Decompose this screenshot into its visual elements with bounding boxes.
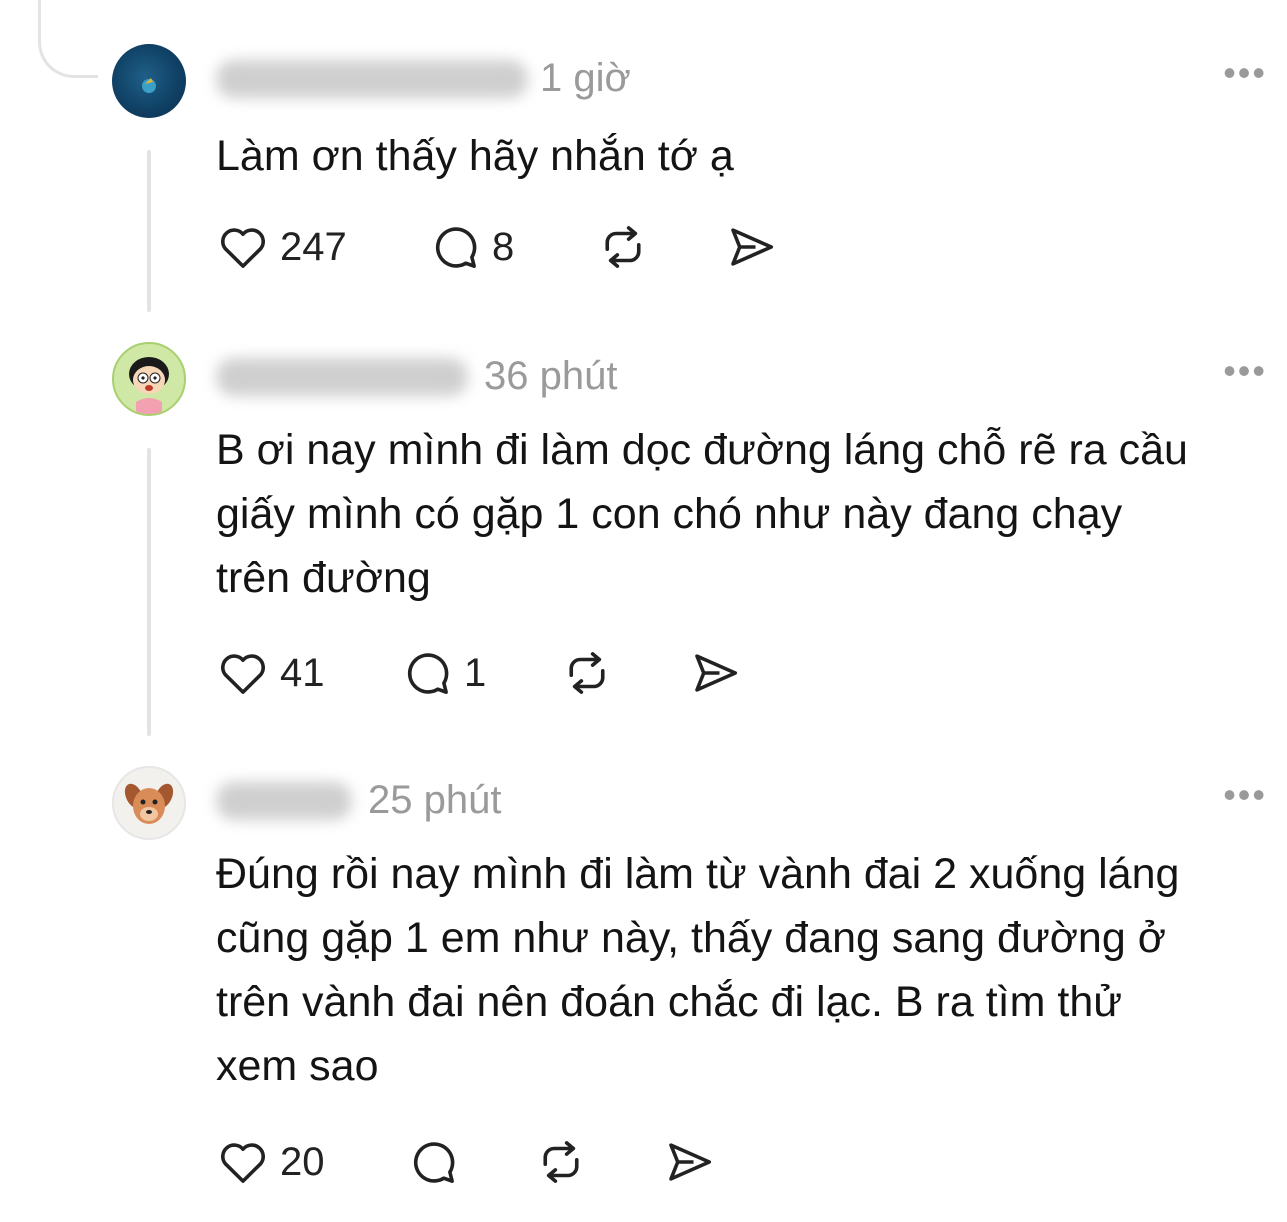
more-options-icon[interactable]: ••• — [1223, 774, 1267, 816]
action-bar: 247 8 — [216, 219, 816, 275]
action-bar: 41 1 — [216, 645, 776, 701]
repost-button[interactable] — [596, 219, 650, 275]
speech-bubble-icon — [435, 227, 477, 268]
reply-button[interactable]: 1 — [400, 645, 486, 701]
share-button[interactable] — [688, 645, 742, 701]
comment-text: B ơi nay mình đi làm dọc đường láng chỗ … — [216, 426, 1188, 602]
like-count: 247 — [280, 224, 347, 269]
heart-icon — [221, 228, 265, 268]
speech-bubble-icon — [413, 1142, 455, 1183]
more-options-icon[interactable]: ••• — [1223, 350, 1267, 392]
username[interactable] — [216, 358, 468, 396]
comment: 1 giờ ••• Làm ơn thấy hãy nhắn tớ ạ 247 … — [0, 44, 1287, 304]
like-button[interactable]: 20 — [216, 1134, 325, 1190]
reply-count: 1 — [464, 650, 487, 695]
username[interactable] — [216, 60, 528, 98]
more-options-icon[interactable]: ••• — [1223, 52, 1267, 94]
heart-icon — [221, 654, 265, 694]
comment: 36 phút ••• B ơi nay mình đi làm dọc đườ… — [0, 342, 1287, 712]
send-icon — [669, 1143, 712, 1181]
send-icon — [695, 654, 738, 692]
avatar[interactable] — [112, 44, 186, 118]
repost-button[interactable] — [560, 645, 614, 701]
avatar[interactable] — [112, 342, 186, 416]
avatar[interactable] — [112, 766, 186, 840]
speech-bubble-icon — [407, 653, 449, 694]
repost-icon — [543, 1141, 579, 1183]
comment: 25 phút ••• Đúng rồi nay mình đi làm từ … — [0, 766, 1287, 1206]
reply-count: 8 — [492, 224, 515, 269]
timestamp: 36 phút — [484, 354, 618, 398]
heart-icon — [221, 1143, 265, 1183]
comment-text: Đúng rồi nay mình đi làm từ vành đai 2 x… — [216, 850, 1180, 1090]
send-icon — [731, 228, 774, 266]
username[interactable] — [216, 782, 352, 820]
like-count: 20 — [280, 1139, 325, 1184]
timestamp: 1 giờ — [540, 56, 631, 100]
reply-button[interactable]: 8 — [428, 219, 514, 275]
share-button[interactable] — [724, 219, 778, 275]
reply-button[interactable] — [406, 1134, 460, 1190]
like-button[interactable]: 41 — [216, 645, 325, 701]
comment-text: Làm ơn thấy hãy nhắn tớ ạ — [216, 132, 734, 180]
timestamp: 25 phút — [368, 778, 502, 822]
like-button[interactable]: 247 — [216, 219, 347, 275]
repost-icon — [569, 652, 605, 694]
share-button[interactable] — [662, 1134, 716, 1190]
action-bar: 20 — [216, 1134, 756, 1190]
like-count: 41 — [280, 650, 325, 695]
repost-button[interactable] — [534, 1134, 588, 1190]
repost-icon — [605, 226, 641, 268]
